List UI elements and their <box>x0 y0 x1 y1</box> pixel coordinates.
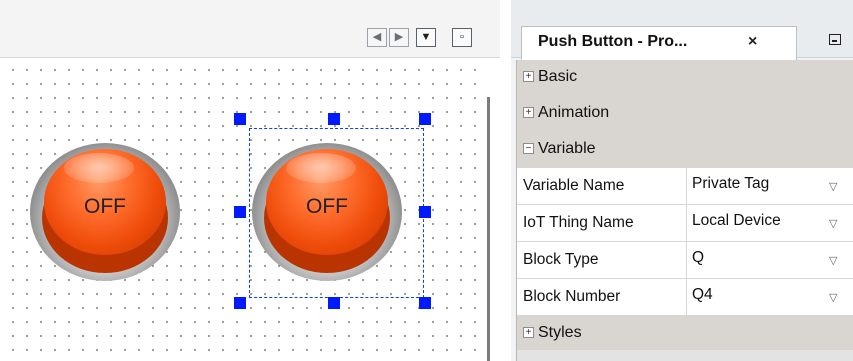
property-value[interactable]: Q4 <box>692 286 713 304</box>
design-pane: ◀ ▶ ▼ ▫ OFF OFF <box>0 0 511 361</box>
property-row-block-type[interactable]: Block Type Q ▽ <box>517 242 853 279</box>
property-row-variable-name[interactable]: Variable Name Private Tag ▽ <box>517 168 853 205</box>
tab-push-button-properties[interactable]: Push Button - Pro... × <box>521 26 797 60</box>
category-styles[interactable]: + Styles <box>517 316 853 350</box>
expand-icon[interactable]: + <box>523 71 534 82</box>
chevron-down-icon[interactable]: ▽ <box>829 291 837 304</box>
selection-frame <box>249 128 424 298</box>
minimize-icon[interactable] <box>829 34 841 45</box>
chevron-down-icon[interactable]: ▽ <box>829 254 837 267</box>
properties-panel: Push Button - Pro... × + Basic + Animati… <box>511 0 853 361</box>
dropdown-icon[interactable]: ▼ <box>416 28 436 47</box>
category-basic[interactable]: + Basic <box>517 60 853 96</box>
resize-handle-top-right[interactable] <box>419 113 431 125</box>
property-row-block-number[interactable]: Block Number Q4 ▽ <box>517 279 853 316</box>
chevron-left-icon[interactable]: ◀ <box>367 28 387 47</box>
design-toolbar: ◀ ▶ ▼ ▫ <box>0 0 511 58</box>
panel-title: Push Button - Pro... <box>538 33 688 50</box>
category-label: Basic <box>538 68 578 85</box>
button-label: OFF <box>84 195 126 218</box>
property-row-iot-thing-name[interactable]: IoT Thing Name Local Device ▽ <box>517 205 853 242</box>
resize-handle-top[interactable] <box>328 113 340 125</box>
resize-handle-left[interactable] <box>234 206 246 218</box>
vertical-scrollbar[interactable] <box>487 97 490 361</box>
chevron-down-icon[interactable]: ▽ <box>829 217 837 230</box>
category-label: Variable <box>538 140 596 157</box>
property-value[interactable]: Private Tag <box>692 175 769 193</box>
category-variable[interactable]: − Variable <box>517 132 853 168</box>
expand-icon[interactable]: + <box>523 107 534 118</box>
app-window: ◀ ▶ ▼ ▫ OFF OFF Push Button - Pro... × +… <box>0 0 853 361</box>
chevron-right-icon[interactable]: ▶ <box>389 28 409 47</box>
property-value[interactable]: Local Device <box>692 212 781 230</box>
pane-splitter[interactable] <box>500 0 511 361</box>
property-value[interactable]: Q <box>692 249 704 267</box>
collapse-icon[interactable]: − <box>523 143 534 154</box>
resize-handle-bottom[interactable] <box>328 297 340 309</box>
property-name: Block Number <box>517 279 687 315</box>
grid-footer <box>517 350 853 361</box>
push-button-1[interactable]: OFF <box>30 135 180 285</box>
resize-handle-top-left[interactable] <box>234 113 246 125</box>
close-icon[interactable]: × <box>748 33 757 51</box>
panel-header: Push Button - Pro... × <box>511 0 853 60</box>
property-name: Block Type <box>517 242 687 278</box>
resize-handle-bottom-right[interactable] <box>419 297 431 309</box>
category-label: Styles <box>538 324 582 341</box>
restore-window-icon[interactable]: ▫ <box>452 28 472 47</box>
button-gloss <box>64 153 134 183</box>
resize-handle-right[interactable] <box>419 206 431 218</box>
chevron-down-icon[interactable]: ▽ <box>829 180 837 193</box>
expand-icon[interactable]: + <box>523 327 534 338</box>
property-name: IoT Thing Name <box>517 205 687 241</box>
category-label: Animation <box>538 104 610 121</box>
category-animation[interactable]: + Animation <box>517 96 853 132</box>
resize-handle-bottom-left[interactable] <box>234 297 246 309</box>
property-name: Variable Name <box>517 168 687 204</box>
property-grid: + Basic + Animation − Variable Variable … <box>516 60 853 361</box>
